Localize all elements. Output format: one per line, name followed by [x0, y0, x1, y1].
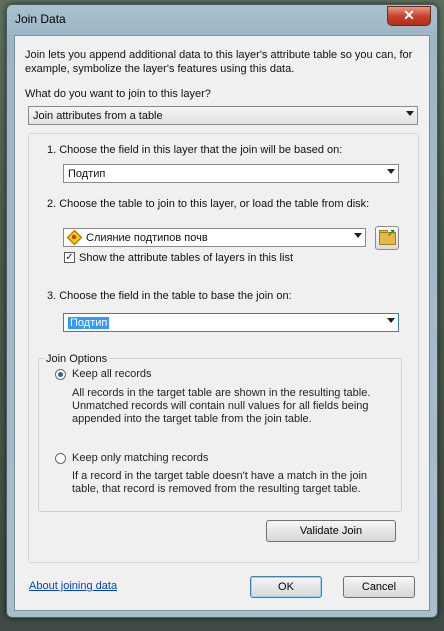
keep-matching-desc-1: If a record in the target table doesn't … — [72, 470, 368, 482]
join-field-value: Подтип — [68, 317, 110, 329]
join-type-select[interactable]: Join attributes from a table — [28, 106, 418, 125]
layer-field-value: Подтип — [68, 168, 106, 180]
step1-label: 1. Choose the field in this layer that t… — [47, 144, 343, 156]
close-button[interactable]: ✕ — [387, 6, 431, 26]
cancel-button[interactable]: Cancel — [343, 576, 415, 598]
join-question-label: What do you want to join to this layer? — [25, 88, 211, 100]
validate-join-button[interactable]: Validate Join — [266, 520, 396, 542]
ok-button[interactable]: OK — [250, 576, 322, 598]
keep-all-desc-3: appended into the target table from the … — [72, 413, 312, 425]
window-title: Join Data — [15, 12, 66, 26]
show-attribute-tables-label[interactable]: Show the attribute tables of layers in t… — [79, 252, 293, 264]
chevron-down-icon — [354, 233, 362, 238]
chevron-down-icon — [387, 318, 395, 323]
intro-text: Join lets you append additional data to … — [25, 49, 413, 75]
join-table-select[interactable]: Слияние подтипов почв — [63, 228, 366, 247]
show-attribute-tables-checkbox[interactable]: ✓ — [64, 252, 75, 263]
keep-all-desc-1: All records in the target table are show… — [72, 387, 371, 399]
about-joining-data-link[interactable]: About joining data — [29, 580, 117, 592]
chevron-down-icon — [387, 169, 395, 174]
dialog-body: Join lets you append additional data to … — [14, 35, 430, 611]
keep-matching-records-radio[interactable] — [55, 453, 66, 464]
join-field-select[interactable]: Подтип — [63, 313, 399, 332]
browse-table-button[interactable]: ↗ — [375, 226, 399, 250]
join-options-legend: Join Options — [44, 353, 110, 365]
table-layer-icon-center — [72, 235, 76, 239]
keep-matching-desc-2: table, that record is removed from the r… — [72, 483, 361, 495]
keep-all-records-label[interactable]: Keep all records — [72, 368, 152, 381]
chevron-down-icon — [406, 111, 414, 116]
keep-all-desc-2: Unmatched records will contain null valu… — [72, 400, 369, 412]
join-table-value: Слияние подтипов почв — [86, 232, 208, 244]
step2-label: 2. Choose the table to join to this laye… — [47, 198, 370, 210]
join-data-window: Join Data ✕ Join lets you append additio… — [6, 4, 438, 618]
layer-field-select[interactable]: Подтип — [63, 164, 399, 183]
step3-label: 3. Choose the field in the table to base… — [47, 290, 292, 302]
arrow-up-icon: ↗ — [387, 228, 396, 239]
keep-matching-records-label[interactable]: Keep only matching records — [72, 452, 208, 465]
title-bar[interactable]: Join Data ✕ — [7, 5, 437, 35]
keep-all-records-radio[interactable] — [55, 369, 66, 380]
join-type-value: Join attributes from a table — [33, 110, 163, 122]
